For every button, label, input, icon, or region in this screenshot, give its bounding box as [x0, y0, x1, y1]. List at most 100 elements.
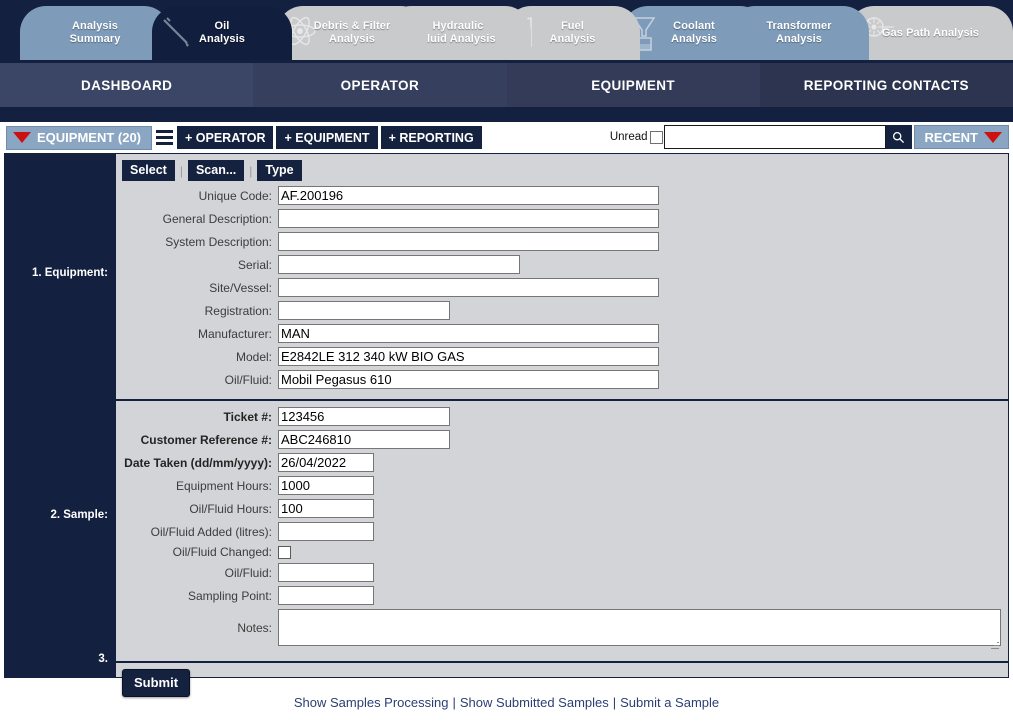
field-input-general-description[interactable] [278, 209, 659, 228]
field-input-oil-fluid-hours[interactable] [278, 499, 374, 518]
field-label-system-description: System Description: [165, 234, 272, 249]
equipment-section: Select | Scan... | Type Unique Code: Gene… [116, 154, 1008, 401]
field-label-date-taken-dd-mm-yyyy: Date Taken (dd/mm/yyyy): [124, 455, 272, 470]
sample-section: Ticket #: Customer Reference #: Date Taken… [116, 401, 1008, 663]
field-input-manufacturer[interactable] [278, 324, 659, 343]
tab-label: Transformer Analysis [766, 20, 832, 45]
tab-label: Coolant Analysis [670, 20, 718, 45]
notes-textarea[interactable] [278, 609, 1001, 646]
field-label-ticket: Ticket #: [223, 409, 272, 424]
field-label-model: Model: [235, 349, 272, 364]
field-row-oil-fluid-changed: Oil/Fluid Changed: [116, 545, 1008, 559]
tab-oil-analysis[interactable]: Oil Analysis [152, 6, 292, 60]
field-input-sampling-point[interactable] [278, 586, 374, 605]
field-label-serial: Serial: [237, 257, 272, 272]
field-input-customer-reference[interactable] [278, 430, 450, 449]
field-input-serial[interactable] [278, 255, 520, 274]
nav-item-label: OPERATOR [340, 77, 420, 93]
field-input-site-vessel[interactable] [278, 278, 659, 297]
field-row-sampling-point: Sampling Point: [116, 586, 1008, 605]
tab-label: Hydraulic Fluid Analysis [420, 20, 496, 45]
equipment-fields: Unique Code: General Description: System D… [116, 186, 1008, 389]
scan-button[interactable]: Scan... [187, 160, 245, 181]
hamburger-icon[interactable] [156, 126, 174, 149]
tab-coolant-analysis[interactable]: Coolant Analysis [622, 6, 766, 60]
tab-analysis-summary[interactable]: Analysis Summary [20, 6, 170, 60]
field-label-oil-fluid-changed: Oil/Fluid Changed: [172, 545, 272, 559]
search-input[interactable] [663, 125, 886, 149]
field-row-site-vessel: Site/Vessel: [116, 278, 1008, 297]
tab-label: Analysis Summary [69, 20, 121, 45]
add-reporting-button[interactable]: + REPORTING [380, 126, 482, 149]
tab-label: Debris & Filter Analysis [313, 20, 391, 45]
tab-label: Fuel Analysis [549, 20, 596, 45]
type-button[interactable]: Type [257, 160, 302, 181]
notes-label: Notes: [237, 621, 272, 635]
tab-label: Oil Analysis [198, 20, 246, 45]
step-sidebar: 1. Equipment: 2. Sample: 3. [4, 153, 116, 678]
form-panel: Select | Scan... | Type Unique Code: Gene… [116, 153, 1009, 697]
field-row-oil-fluid: Oil/Fluid: [116, 563, 1008, 582]
nav-item-equipment[interactable]: EQUIPMENT [506, 63, 760, 107]
dipstick-icon [156, 12, 196, 56]
recent-button[interactable]: RECENT [913, 125, 1009, 149]
search-button[interactable] [885, 125, 912, 149]
nav-item-label: REPORTING CONTACTS [803, 77, 969, 93]
field-label-oil-fluid-hours: Oil/Fluid Hours: [189, 501, 272, 516]
field-row-unique-code: Unique Code: [116, 186, 1008, 205]
field-row-general-description: General Description: [116, 209, 1008, 228]
field-label-oil-fluid: Oil/Fluid: [224, 565, 272, 580]
notes-row: Notes: [116, 609, 1008, 651]
nav-item-label: EQUIPMENT [591, 77, 676, 93]
add-operator-button[interactable]: + OPERATOR [177, 126, 274, 149]
tab-debris-filter-analysis[interactable]: Debris & Filter Analysis [277, 6, 427, 60]
add-equipment-button[interactable]: + EQUIPMENT [276, 126, 378, 149]
toolbar-right-group: Unread RECENT [610, 125, 1009, 149]
field-row-model: Model: [116, 347, 1008, 366]
submit-button[interactable]: Submit [122, 669, 191, 697]
field-input-model[interactable] [278, 347, 659, 366]
nav-item-operator[interactable]: OPERATOR [253, 63, 507, 107]
field-input-registration[interactable] [278, 301, 450, 320]
field-input-oil-fluid[interactable] [278, 370, 659, 389]
field-label-general-description: General Description: [162, 211, 272, 226]
field-label-unique-code: Unique Code: [198, 188, 272, 203]
main-navigation: DASHBOARD OPERATOR EQUIPMENT REPORTING CONT… [0, 60, 1013, 110]
select-button[interactable]: Select [122, 160, 175, 181]
nav-item-dashboard[interactable]: DASHBOARD [0, 63, 254, 107]
field-row-oil-fluid-hours: Oil/Fluid Hours: [116, 499, 1008, 518]
content-area: 1. Equipment: 2. Sample: 3. Select | Sca… [0, 153, 1013, 697]
field-label-site-vessel: Site/Vessel: [209, 280, 272, 295]
field-input-unique-code[interactable] [278, 186, 659, 205]
field-row-customer-reference: Customer Reference #: [116, 430, 1008, 449]
field-label-oil-fluid-added-litres: Oil/Fluid Added (litres): [150, 524, 272, 539]
field-row-serial: Serial: [116, 255, 1008, 274]
field-label-oil-fluid: Oil/Fluid: [224, 372, 272, 387]
unread-checkbox[interactable] [649, 130, 663, 144]
field-row-oil-fluid: Oil/Fluid: [116, 370, 1008, 389]
sample-fields: Ticket #: Customer Reference #: Date Taken… [116, 407, 1008, 605]
equipment-dropdown-button[interactable]: EQUIPMENT (20) [6, 125, 153, 150]
notes-wrapper [278, 609, 1001, 651]
nav-item-reporting-contacts[interactable]: REPORTING CONTACTS [759, 63, 1013, 107]
field-input-oil-fluid-added-litres[interactable] [278, 522, 374, 541]
field-row-manufacturer: Manufacturer: [116, 324, 1008, 343]
field-input-ticket[interactable] [278, 407, 450, 426]
equipment-dropdown-label: EQUIPMENT (20) [37, 130, 142, 145]
step-label-sample: 2. Sample: [50, 509, 108, 521]
tab-gas-path-analysis[interactable]: Gas Path Analysis [848, 6, 1013, 60]
field-row-ticket: Ticket #: [116, 407, 1008, 426]
field-input-oil-fluid[interactable] [278, 563, 374, 582]
field-row-oil-fluid-added-litres: Oil/Fluid Added (litres): [116, 522, 1008, 541]
field-input-equipment-hours[interactable] [278, 476, 374, 495]
field-checkbox-oil-fluid-changed[interactable] [278, 545, 291, 559]
field-input-date-taken-dd-mm-yyyy[interactable] [278, 453, 374, 472]
field-label-equipment-hours: Equipment Hours: [175, 478, 272, 493]
recent-triangle-icon [984, 131, 1002, 143]
field-input-system-description[interactable] [278, 232, 659, 251]
equipment-lookup-buttons: Select | Scan... | Type [116, 154, 1008, 186]
dropdown-triangle-icon [13, 132, 31, 143]
field-row-registration: Registration: [116, 301, 1008, 320]
field-row-equipment-hours: Equipment Hours: [116, 476, 1008, 495]
field-row-system-description: System Description: [116, 232, 1008, 251]
